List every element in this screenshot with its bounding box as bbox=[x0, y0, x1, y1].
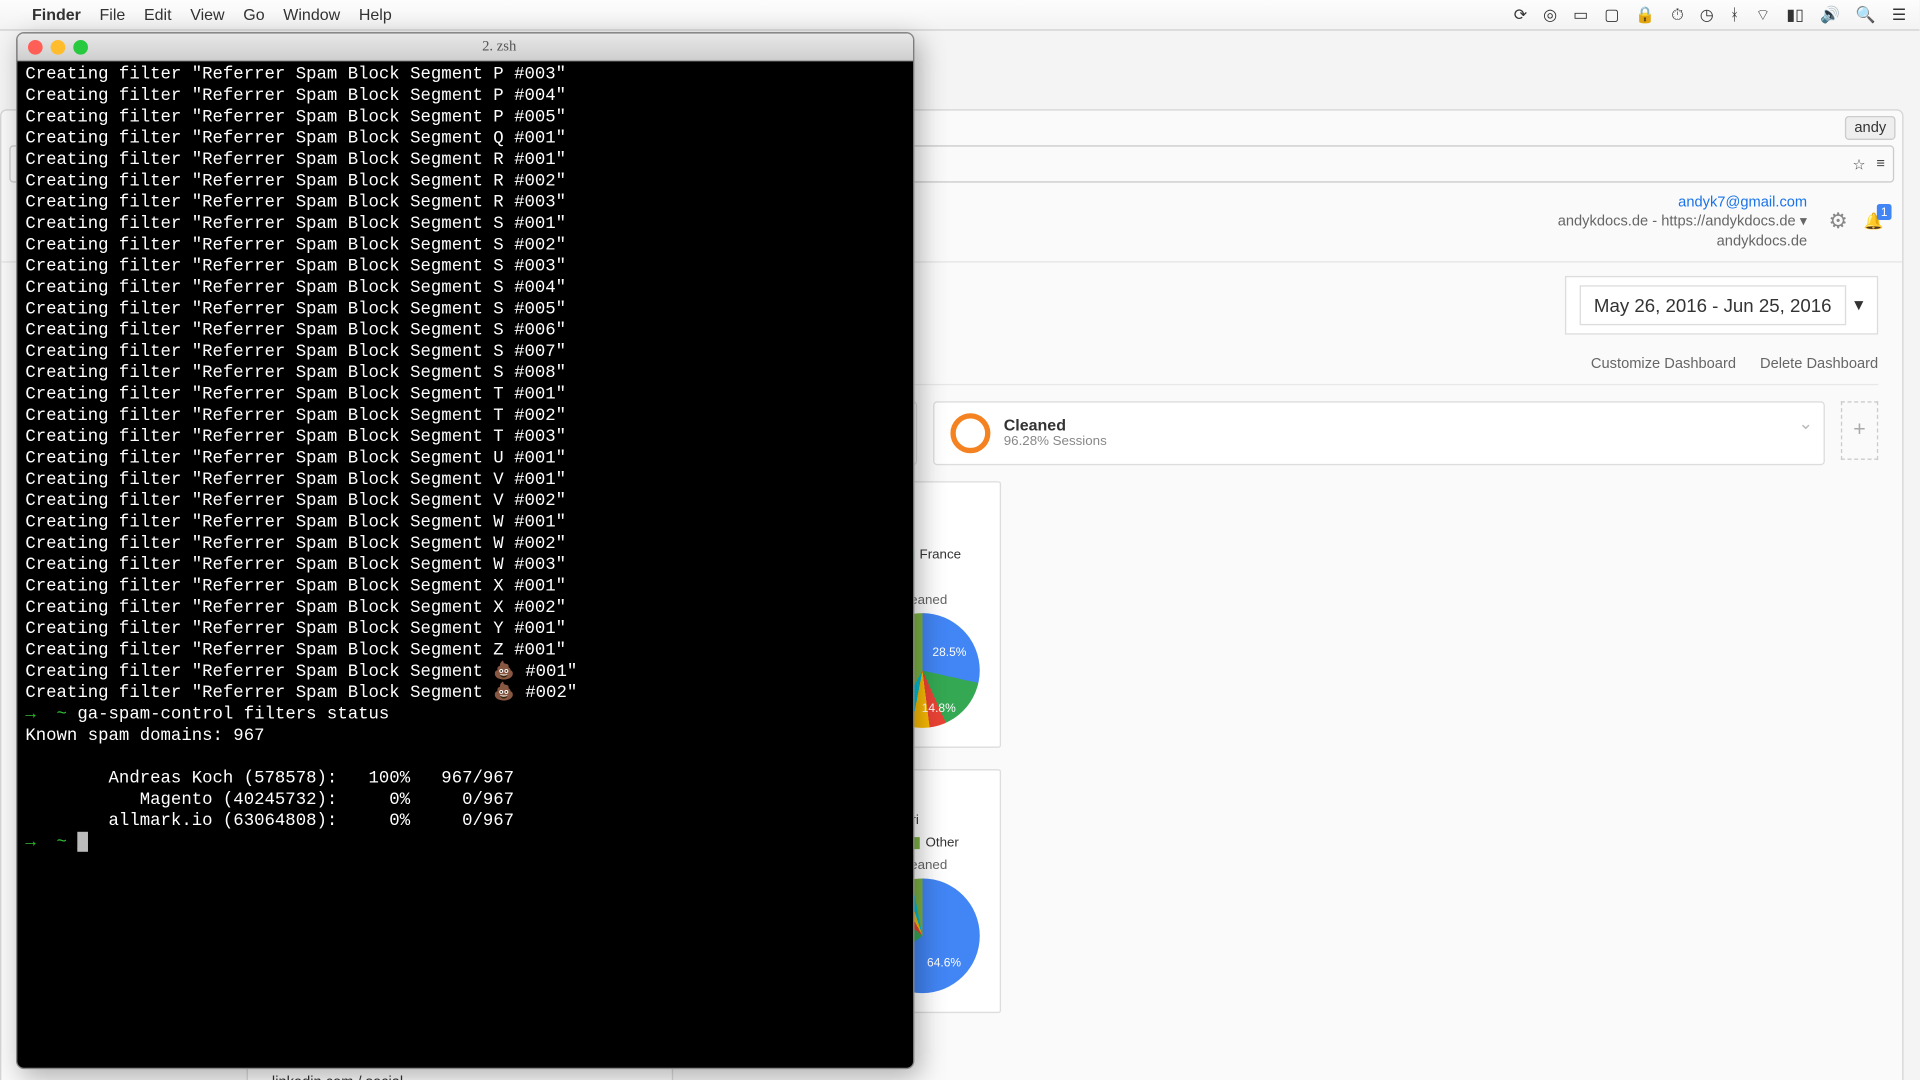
seg-sub: 96.28% Sessions bbox=[1004, 435, 1107, 450]
hamburger-icon[interactable]: ≡ bbox=[1876, 156, 1885, 172]
terminal-titlebar[interactable]: 2. zsh bbox=[17, 33, 913, 61]
gear-icon[interactable]: ⚙ bbox=[1828, 209, 1847, 236]
bell-icon[interactable]: 🔔1 bbox=[1864, 213, 1884, 232]
volume-icon[interactable]: 🔊 bbox=[1820, 5, 1840, 24]
airplay-icon[interactable]: ▢ bbox=[1604, 5, 1619, 24]
menu-go[interactable]: Go bbox=[243, 5, 264, 24]
menu-view[interactable]: View bbox=[190, 5, 224, 24]
chevron-down-icon[interactable]: ⌄ bbox=[1798, 413, 1813, 434]
close-icon[interactable] bbox=[28, 39, 43, 54]
menu-icon[interactable]: ☰ bbox=[1892, 5, 1906, 24]
terminal-window[interactable]: 2. zsh Creating filter "Referrer Spam Bl… bbox=[16, 32, 914, 1069]
wifi-icon[interactable]: ⌔ bbox=[1755, 5, 1770, 25]
notif-badge: 1 bbox=[1877, 205, 1892, 221]
btn-delete[interactable]: Delete Dashboard bbox=[1760, 356, 1878, 373]
account-property: andykdocs.de bbox=[1558, 231, 1807, 250]
status-icon[interactable]: ⟳ bbox=[1514, 5, 1527, 24]
terminal-title: 2. zsh bbox=[96, 36, 902, 57]
star-icon[interactable]: ☆ bbox=[1852, 155, 1865, 172]
cc-icon[interactable]: ◎ bbox=[1543, 5, 1557, 24]
date-range[interactable]: May 26, 2016 - Jun 25, 2016 ▾ bbox=[1565, 276, 1879, 335]
menu-window[interactable]: Window bbox=[283, 5, 340, 24]
btn-customize[interactable]: Customize Dashboard bbox=[1591, 356, 1736, 373]
menu-file[interactable]: File bbox=[100, 5, 126, 24]
spotlight-icon[interactable]: 🔍 bbox=[1856, 5, 1876, 24]
battery-icon[interactable]: ▮▯ bbox=[1786, 5, 1804, 24]
seg-title: Cleaned bbox=[1004, 416, 1107, 435]
bluetooth-icon[interactable]: ᚼ bbox=[1730, 5, 1740, 24]
add-segment[interactable]: + bbox=[1841, 401, 1878, 460]
zoom-icon[interactable] bbox=[73, 39, 88, 54]
chrome-profile[interactable]: andy bbox=[1845, 116, 1895, 140]
menubar-app[interactable]: Finder bbox=[32, 5, 81, 24]
lock-icon[interactable]: 🔒 bbox=[1635, 5, 1655, 24]
mac-menubar: Finder File Edit View Go Window Help ⟳ ◎… bbox=[0, 0, 1920, 31]
account-line: andykdocs.de - https://andykdocs.de ▾ bbox=[1558, 212, 1807, 231]
segment-cleaned[interactable]: Cleaned96.28% Sessions ⌄ bbox=[933, 401, 1825, 465]
menu-help[interactable]: Help bbox=[359, 5, 392, 24]
donut-icon bbox=[950, 413, 990, 453]
account-picker[interactable]: andyk7@gmail.com andykdocs.de - https://… bbox=[1558, 193, 1807, 250]
clock-icon[interactable]: ◷ bbox=[1700, 5, 1714, 24]
minimize-icon[interactable] bbox=[51, 39, 66, 54]
timemachine-icon[interactable]: ⏱ bbox=[1671, 5, 1683, 25]
menu-edit[interactable]: Edit bbox=[144, 5, 172, 24]
display-icon[interactable]: ▭ bbox=[1573, 5, 1588, 24]
account-email: andyk7@gmail.com bbox=[1558, 193, 1807, 212]
terminal-output[interactable]: Creating filter "Referrer Spam Block Seg… bbox=[17, 61, 913, 855]
